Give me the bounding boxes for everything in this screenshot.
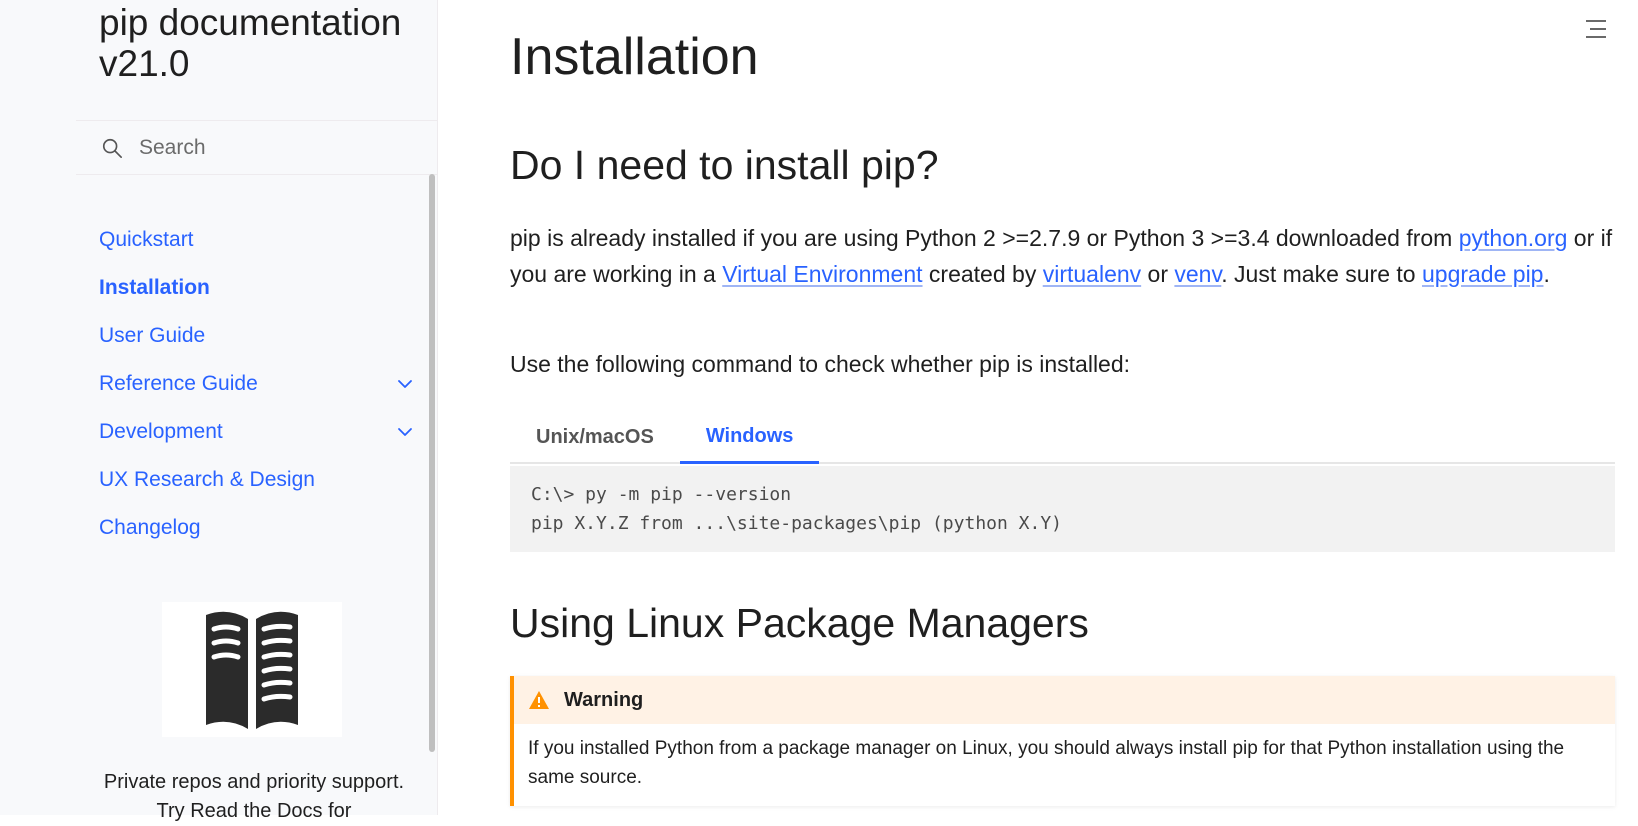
sidebar-item-development[interactable]: Development — [99, 408, 419, 456]
check-paragraph: Use the following command to check wheth… — [510, 351, 1131, 377]
page-title: Installation — [510, 28, 759, 86]
tab-windows[interactable]: Windows — [679, 411, 820, 464]
warning-icon — [529, 691, 549, 709]
intro-paragraph: pip is already installed if you are usin… — [510, 220, 1620, 292]
ad-text[interactable]: Private repos and priority support. Try … — [99, 768, 409, 826]
sidebar-nav: Quickstart Installation User Guide Refer… — [99, 216, 419, 552]
sidebar-item-ux-research[interactable]: UX Research & Design — [99, 456, 419, 504]
text-fragment: . — [1543, 261, 1550, 287]
sidebar-item-label: Installation — [99, 276, 210, 299]
sidebar-item-label: Quickstart — [99, 228, 194, 251]
sidebar: pip documentation v21.0 Quickstart Insta… — [0, 0, 438, 822]
tab-unix-macos[interactable]: Unix/macOS — [510, 411, 680, 464]
link-python-org[interactable]: python.org — [1459, 225, 1568, 251]
toc-menu-icon[interactable] — [1584, 18, 1608, 40]
search-bar[interactable] — [76, 120, 438, 175]
main-content: Installation Do I need to install pip? p… — [510, 0, 1620, 815]
code-line: C:\> py -m pip --version — [531, 484, 792, 505]
warning-title-bar: Warning — [514, 676, 1615, 724]
link-virtual-environment[interactable]: Virtual Environment — [722, 261, 922, 287]
code-block[interactable]: C:\> py -m pip --version pip X.Y.Z from .… — [510, 466, 1615, 552]
code-line: pip X.Y.Z from ...\site-packages\pip (py… — [531, 513, 1063, 534]
ad-image[interactable] — [162, 602, 342, 737]
sidebar-item-quickstart[interactable]: Quickstart — [99, 216, 419, 264]
text-fragment: created by — [922, 261, 1043, 287]
search-input[interactable] — [137, 134, 417, 161]
section-heading-install-pip: Do I need to install pip? — [510, 142, 939, 188]
link-venv[interactable]: venv — [1174, 261, 1221, 287]
search-icon — [102, 138, 122, 158]
warning-admonition: Warning If you installed Python from a p… — [510, 676, 1615, 806]
text-fragment: or — [1141, 261, 1175, 287]
sidebar-item-label: Changelog — [99, 516, 201, 539]
sidebar-item-label: UX Research & Design — [99, 468, 315, 491]
warning-body: If you installed Python from a package m… — [528, 738, 1565, 788]
section-heading-linux-package-managers: Using Linux Package Managers — [510, 600, 1089, 646]
link-upgrade-pip[interactable]: upgrade pip — [1422, 261, 1544, 287]
os-tabs: Unix/macOS Windows — [510, 411, 1615, 464]
sidebar-item-changelog[interactable]: Changelog — [99, 504, 419, 552]
link-virtualenv[interactable]: virtualenv — [1043, 261, 1141, 287]
warning-title: Warning — [564, 688, 644, 711]
read-the-docs-logo — [206, 611, 298, 729]
sidebar-item-installation[interactable]: Installation — [99, 264, 419, 312]
sidebar-scrollbar[interactable] — [429, 174, 435, 752]
sidebar-item-label: User Guide — [99, 324, 206, 347]
sidebar-item-label: Development — [99, 420, 223, 443]
chevron-down-icon[interactable] — [397, 424, 413, 440]
sidebar-item-label: Reference Guide — [99, 372, 258, 395]
text-fragment: pip is already installed if you are usin… — [510, 225, 1459, 251]
text-fragment: . Just make sure to — [1221, 261, 1422, 287]
site-brand[interactable]: pip documentation v21.0 — [99, 2, 419, 84]
sidebar-item-user-guide[interactable]: User Guide — [99, 312, 419, 360]
sidebar-item-reference-guide[interactable]: Reference Guide — [99, 360, 419, 408]
chevron-down-icon[interactable] — [397, 376, 413, 392]
